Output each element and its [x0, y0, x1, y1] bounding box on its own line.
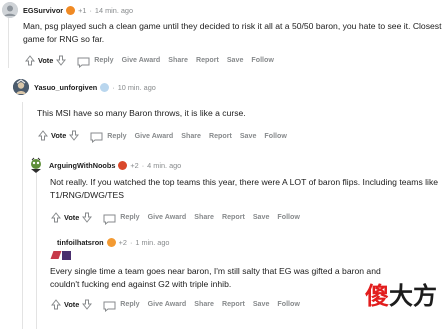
reply-button[interactable]: Reply [94, 56, 113, 64]
vote-label: Vote [64, 212, 80, 222]
reply-bubble-icon[interactable] [77, 55, 90, 68]
comment-author[interactable]: Yasuo_unforgiven [34, 83, 97, 92]
follow-button[interactable]: Follow [264, 132, 286, 140]
comment-time[interactable]: 10 min. ago [118, 83, 156, 92]
avatar[interactable] [28, 157, 44, 173]
give-award-button[interactable]: Give Award [148, 300, 187, 308]
upvote-arrow-icon[interactable] [24, 53, 36, 67]
reply-bubble-icon[interactable] [90, 130, 103, 144]
upvote-arrow-icon[interactable] [50, 297, 62, 311]
reply-button[interactable]: Reply [107, 132, 126, 140]
reply-button[interactable]: Reply [120, 300, 139, 308]
reply-bubble-icon[interactable] [103, 299, 116, 312]
comment-meta: tinfoilhatsron +2 · 1 min. ago [42, 234, 447, 250]
pumpkin-flair-icon [118, 160, 128, 170]
downvote-arrow-icon[interactable] [55, 53, 67, 67]
user-flair-image [50, 251, 72, 261]
comment-meta: Yasuo_unforgiven · 10 min. ago [13, 79, 447, 95]
downvote-arrow-icon[interactable] [68, 129, 80, 143]
share-button[interactable]: Share [194, 213, 214, 221]
follow-button[interactable]: Follow [251, 56, 273, 64]
report-button[interactable]: Report [222, 300, 245, 308]
comment: ArguingWithNoobs +2 · 4 min. ago Not rea… [28, 157, 447, 225]
separator: · [141, 160, 145, 170]
watermark-part2: 大方 [389, 282, 437, 310]
cat-flair-icon [100, 82, 110, 92]
comment: EGSurvivor +1 · 14 min. ago Man, psg pla… [0, 2, 447, 68]
comment-score: +2 [130, 160, 139, 170]
save-button[interactable]: Save [240, 132, 257, 140]
comment-score: +1 [78, 5, 87, 15]
vote-label: Vote [51, 131, 67, 141]
share-button[interactable]: Share [181, 132, 201, 140]
comment-time[interactable]: 4 min. ago [147, 161, 181, 170]
avatar[interactable] [2, 2, 18, 18]
save-button[interactable]: Save [253, 213, 270, 221]
pumpkin-flair-icon [66, 5, 76, 15]
comment-meta: ArguingWithNoobs +2 · 4 min. ago [28, 157, 447, 173]
upvote-arrow-icon[interactable] [50, 210, 62, 224]
avatar[interactable] [42, 234, 52, 250]
comment-body: Man, psg played such a clean game until … [23, 21, 442, 44]
comment-body: This MSI have so many Baron throws, it i… [37, 108, 246, 118]
follow-button[interactable]: Follow [277, 213, 299, 221]
comment-time[interactable]: 14 min. ago [95, 6, 133, 15]
watermark-part1: 傻 [365, 282, 389, 310]
separator: · [89, 5, 92, 15]
give-award-button[interactable]: Give Award [122, 56, 161, 64]
save-button[interactable]: Save [227, 56, 244, 64]
watermark: 傻大方 [365, 276, 437, 311]
downvote-arrow-icon[interactable] [81, 210, 93, 224]
separator: · [112, 82, 115, 92]
separator: · [129, 237, 133, 247]
report-button[interactable]: Report [222, 213, 245, 221]
reply-button[interactable]: Reply [120, 213, 139, 221]
share-button[interactable]: Share [168, 56, 188, 64]
comment-score: +2 [118, 237, 127, 247]
comment-author[interactable]: ArguingWithNoobs [49, 161, 115, 170]
give-award-button[interactable]: Give Award [135, 132, 174, 140]
save-button[interactable]: Save [253, 300, 270, 308]
vote-label: Vote [64, 299, 80, 309]
comment: Yasuo_unforgiven · 10 min. ago This MSI … [13, 79, 447, 144]
share-button[interactable]: Share [194, 300, 214, 308]
comment-actions: Vote Reply Give Award Share Report Save … [24, 53, 447, 68]
comment-meta: EGSurvivor +1 · 14 min. ago [2, 2, 447, 18]
reply-bubble-icon[interactable] [103, 212, 116, 225]
comment-body: Every single time a team goes near baron… [50, 266, 381, 289]
follow-button[interactable]: Follow [277, 300, 299, 308]
avatar[interactable] [13, 79, 29, 95]
vote-label: Vote [38, 55, 54, 65]
downvote-arrow-icon[interactable] [81, 297, 93, 311]
comment-time[interactable]: 1 min. ago [135, 238, 169, 247]
comment-body: Not really. If you watched the top teams… [50, 177, 439, 200]
comment-author[interactable]: EGSurvivor [23, 6, 63, 15]
upvote-arrow-icon[interactable] [37, 129, 49, 143]
comment-actions: Vote Reply Give Award Share Report Save … [50, 210, 447, 225]
give-award-button[interactable]: Give Award [148, 213, 187, 221]
comment-actions: Vote Reply Give Award Share Report Save … [37, 129, 447, 144]
report-button[interactable]: Report [209, 132, 232, 140]
comment-author[interactable]: tinfoilhatsron [57, 238, 104, 247]
report-button[interactable]: Report [196, 56, 219, 64]
pumpkin-flair-icon [106, 237, 116, 247]
